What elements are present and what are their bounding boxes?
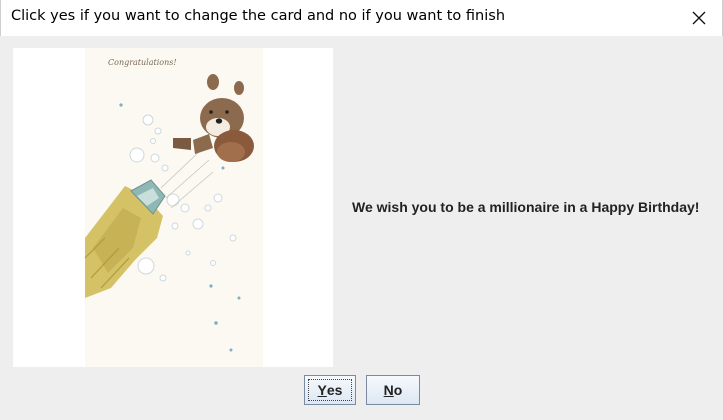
card-caption: Congratulations! xyxy=(108,58,177,67)
title-bar: Click yes if you want to change the card… xyxy=(0,0,723,36)
no-button[interactable]: No xyxy=(366,375,420,405)
no-mnemonic: N xyxy=(383,382,394,398)
no-label: o xyxy=(393,382,403,398)
focus-indicator xyxy=(308,379,352,401)
close-icon xyxy=(692,11,706,25)
window-title: Click yes if you want to change the card… xyxy=(11,8,506,24)
dialog-content: Congratulations! We wish you to be a mil… xyxy=(0,36,723,420)
birthday-card-image: Congratulations! xyxy=(13,48,333,367)
close-button[interactable] xyxy=(676,0,722,36)
birthday-message: We wish you to be a millionaire in a Hap… xyxy=(352,199,700,215)
yes-button[interactable]: Yes xyxy=(304,375,356,405)
card-illustration: Congratulations! xyxy=(84,48,263,367)
